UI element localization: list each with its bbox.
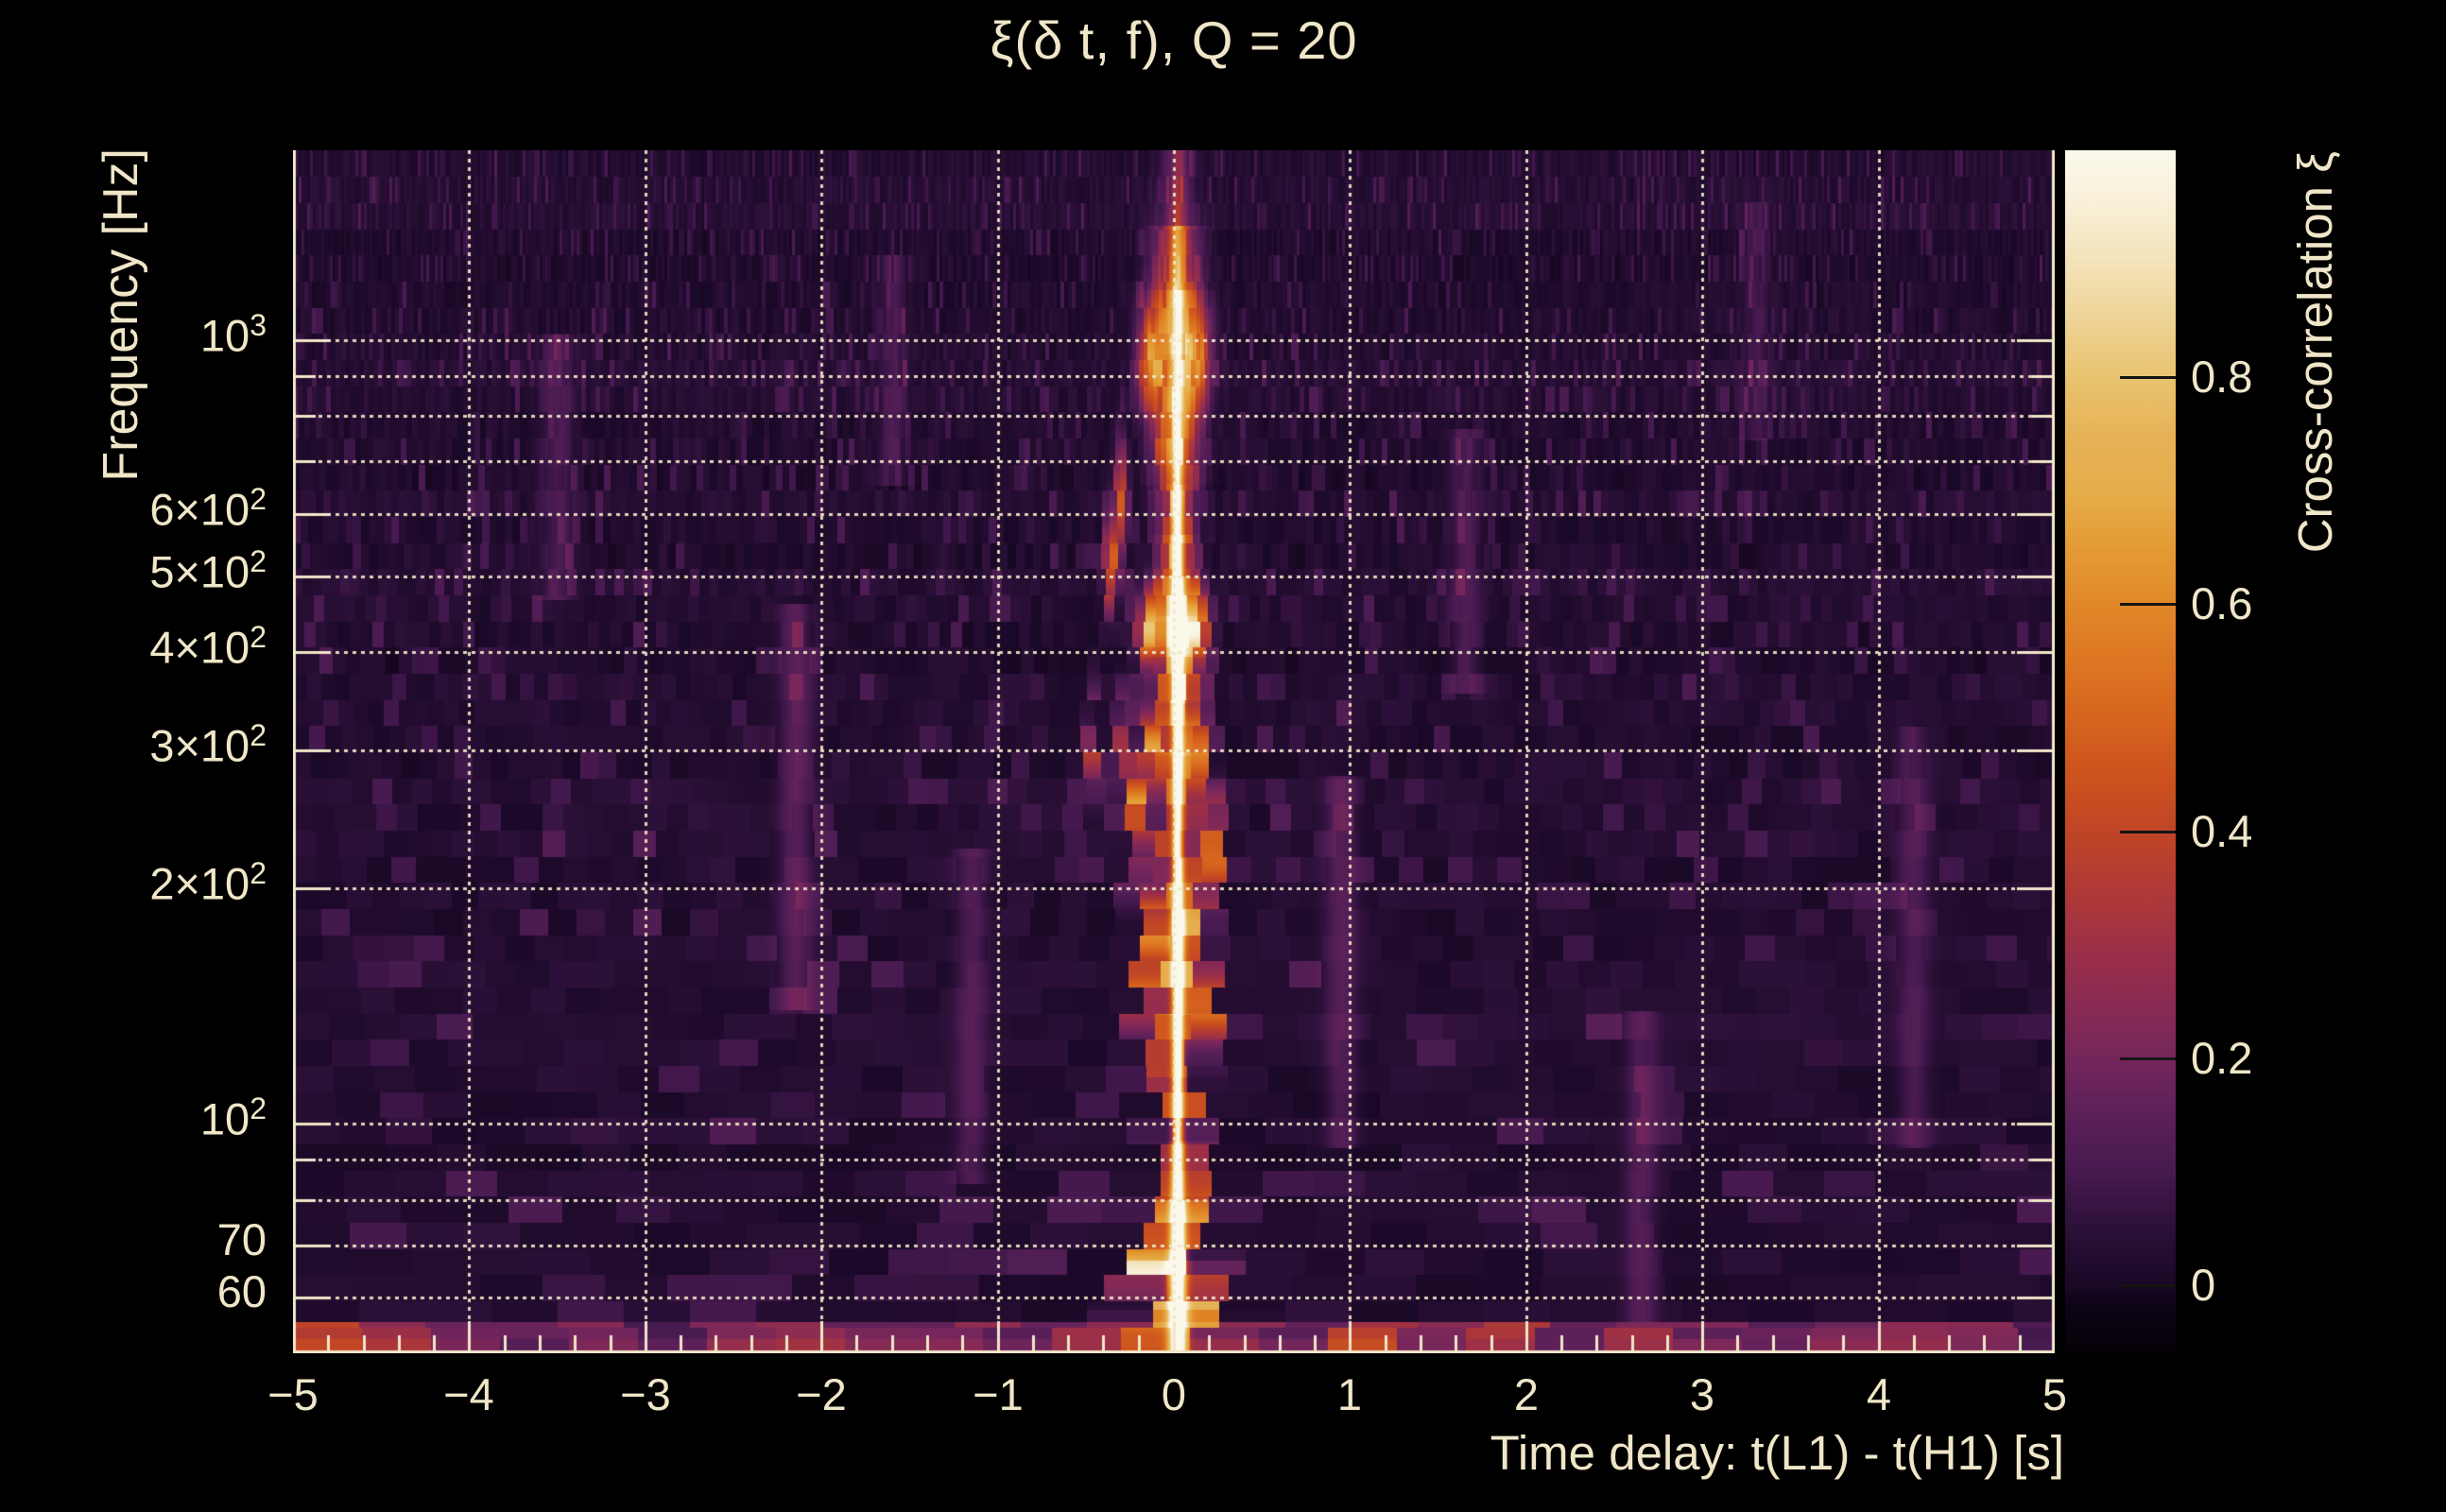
y-tick-pad: [267, 1266, 280, 1316]
colorbar-tick-mark: [2120, 1057, 2176, 1060]
y-tick-label: 70: [0, 1213, 280, 1265]
colorbar-tick-mark: [2120, 1284, 2176, 1287]
y-tick-pad: [267, 1094, 280, 1144]
y-tick-exponent: 2: [250, 620, 267, 654]
colorbar-tick-label: 0.8: [2191, 352, 2253, 402]
y-tick-mantissa: 60: [216, 1266, 267, 1316]
figure: ξ(δ t, f), Q = 20 Frequency [Hz] Time de…: [0, 0, 2446, 1512]
heatmap-canvas: [293, 150, 2055, 1353]
y-tick-pad: [267, 547, 280, 597]
y-tick-exponent: 3: [250, 308, 267, 342]
y-tick-mantissa: 3×10: [149, 720, 250, 771]
y-tick-pad: [267, 311, 280, 361]
y-tick-exponent: 2: [250, 856, 267, 890]
x-tick-label: 4: [1866, 1369, 1892, 1419]
y-tick-mantissa: 6×10: [149, 484, 250, 535]
colorbar-gradient: [2065, 150, 2176, 1353]
colorbar-tick-mark: [2120, 831, 2176, 833]
y-tick-mantissa: 4×10: [149, 622, 250, 673]
colorbar-tick-label: 0.2: [2191, 1033, 2253, 1083]
colorbar-tick-label: 0.4: [2191, 806, 2253, 856]
y-tick-mantissa: 2×10: [149, 858, 250, 909]
colorbar-tick-mark: [2120, 603, 2176, 606]
x-axis-title: Time delay: t(L1) - t(H1) [s]: [1490, 1426, 2064, 1480]
x-tick-label: −2: [796, 1369, 847, 1419]
y-tick-label: 103: [0, 308, 280, 362]
x-tick-label: 1: [1336, 1369, 1363, 1419]
y-tick-pad: [267, 721, 280, 771]
y-tick-label: 60: [0, 1265, 280, 1317]
y-tick-pad: [267, 623, 280, 673]
x-tick-label: 0: [1161, 1369, 1187, 1419]
y-tick-pad: [267, 859, 280, 909]
y-tick-label: 3×102: [0, 718, 280, 772]
y-tick-pad: [267, 1214, 280, 1264]
x-tick-label: −1: [973, 1369, 1024, 1419]
x-tick-label: 5: [2041, 1369, 2068, 1419]
colorbar-tick-label: 0.6: [2191, 578, 2253, 628]
y-tick-label: 5×102: [0, 544, 280, 598]
y-tick-label: 6×102: [0, 482, 280, 536]
y-tick-label: 102: [0, 1091, 280, 1145]
x-tick-label: −3: [620, 1369, 671, 1419]
y-tick-exponent: 2: [250, 1091, 267, 1125]
colorbar-tick-label: 0: [2191, 1260, 2216, 1310]
y-tick-mantissa: 10: [199, 310, 250, 361]
y-tick-exponent: 2: [250, 482, 267, 516]
y-tick-exponent: 2: [250, 544, 267, 578]
y-tick-label: 2×102: [0, 856, 280, 910]
colorbar-tick-mark: [2120, 376, 2176, 379]
x-tick-label: −5: [267, 1369, 319, 1419]
plot-title: ξ(δ t, f), Q = 20: [990, 10, 1358, 70]
y-tick-exponent: 2: [250, 718, 267, 752]
x-tick-label: −4: [443, 1369, 494, 1419]
y-tick-mantissa: 10: [199, 1093, 250, 1144]
y-tick-mantissa: 5×10: [149, 546, 250, 597]
y-tick-label: 4×102: [0, 620, 280, 674]
y-tick-pad: [267, 485, 280, 535]
y-tick-mantissa: 70: [216, 1214, 267, 1264]
x-tick-label: 2: [1513, 1369, 1540, 1419]
x-tick-label: 3: [1689, 1369, 1715, 1419]
